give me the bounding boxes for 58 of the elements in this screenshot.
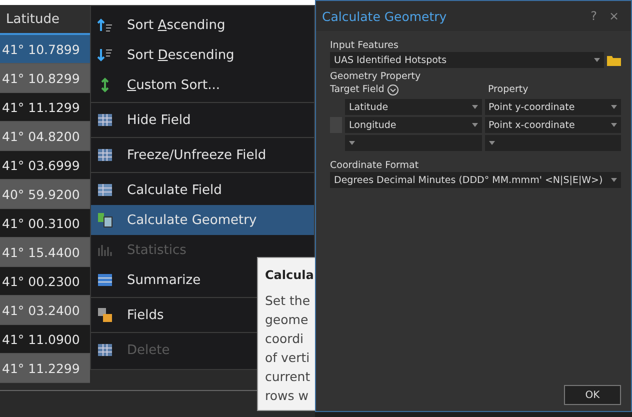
table-cell[interactable]: 41° 10.8299 xyxy=(0,64,90,93)
bar-chart-icon xyxy=(97,242,113,258)
table-cell[interactable]: 41° 10.7899 xyxy=(0,35,90,64)
menu-item[interactable]: Hide Field xyxy=(91,105,314,135)
coordinate-format-dropdown[interactable]: Degrees Decimal Minutes (DDD° MM.mmm' <N|S|E|W>) xyxy=(330,172,621,188)
chevron-down-icon[interactable] xyxy=(387,84,400,96)
help-button[interactable]: ? xyxy=(584,9,603,23)
caret-icon xyxy=(611,178,617,182)
table-cell[interactable]: 41° 04.8200 xyxy=(0,122,90,151)
section-label: Geometry Property xyxy=(330,70,422,83)
tooltip-title: Calcula xyxy=(265,268,315,282)
table-cell[interactable]: 41° 03.6999 xyxy=(0,151,90,180)
input-features-dropdown[interactable]: UAS Identified Hotspots xyxy=(330,52,604,68)
field-dropdown[interactable]: Longitude xyxy=(345,117,482,133)
close-button[interactable]: × xyxy=(602,9,625,23)
summarize-icon xyxy=(97,272,113,288)
column-label: Target Field xyxy=(330,83,384,96)
property-dropdown[interactable]: Point y-coordinate xyxy=(484,99,621,115)
caret-icon xyxy=(611,105,617,109)
table-cell[interactable]: 40° 59.9200 xyxy=(0,180,90,209)
column-label: Property xyxy=(488,83,528,96)
ok-button[interactable]: OK xyxy=(564,385,621,405)
caret-icon xyxy=(349,141,355,145)
table-cell[interactable]: 41° 11.1299 xyxy=(0,93,90,122)
column-header[interactable]: Latitude xyxy=(0,5,90,35)
sort-ascending-icon xyxy=(97,17,113,33)
menu-item[interactable]: Sort Descending xyxy=(91,40,314,70)
caret-icon xyxy=(594,58,600,62)
caret-icon xyxy=(472,105,478,109)
dialog-title: Calculate Geometry xyxy=(322,8,448,24)
geometry-icon xyxy=(97,212,113,228)
calculator-table-icon xyxy=(97,182,113,198)
table-cell[interactable]: 41° 00.3100 xyxy=(0,209,90,238)
table-icon xyxy=(97,147,113,163)
menu-item[interactable]: Calculate Geometry xyxy=(91,205,314,235)
field-dropdown[interactable]: Latitude xyxy=(345,99,482,115)
field-dropdown[interactable] xyxy=(345,135,482,151)
property-dropdown[interactable] xyxy=(484,135,621,151)
fields-icon xyxy=(97,307,113,323)
folder-icon[interactable] xyxy=(607,54,621,66)
menu-item[interactable]: Calculate Field xyxy=(91,175,314,205)
field-label: Input Features xyxy=(330,39,400,52)
caret-icon xyxy=(611,123,617,127)
sort-descending-icon xyxy=(97,47,113,63)
menu-item[interactable]: Freeze/Unfreeze Field xyxy=(91,140,314,170)
table-cell[interactable]: 41° 15.4400 xyxy=(0,238,90,267)
table-cell[interactable]: 41° 11.2299 xyxy=(0,354,90,383)
table-cell[interactable]: 41° 00.2300 xyxy=(0,267,90,296)
property-dropdown[interactable]: Point x-coordinate xyxy=(484,117,621,133)
caret-icon xyxy=(472,123,478,127)
caret-icon xyxy=(488,141,494,145)
table-icon xyxy=(97,112,113,128)
menu-item[interactable]: Custom Sort... xyxy=(91,70,314,100)
field-label: Coordinate Format xyxy=(330,159,420,172)
table-icon xyxy=(97,342,113,358)
table-cell[interactable]: 41° 03.2400 xyxy=(0,296,90,325)
table-cell[interactable]: 41° 11.0900 xyxy=(0,325,90,354)
menu-item[interactable]: Sort Ascending xyxy=(91,10,314,40)
